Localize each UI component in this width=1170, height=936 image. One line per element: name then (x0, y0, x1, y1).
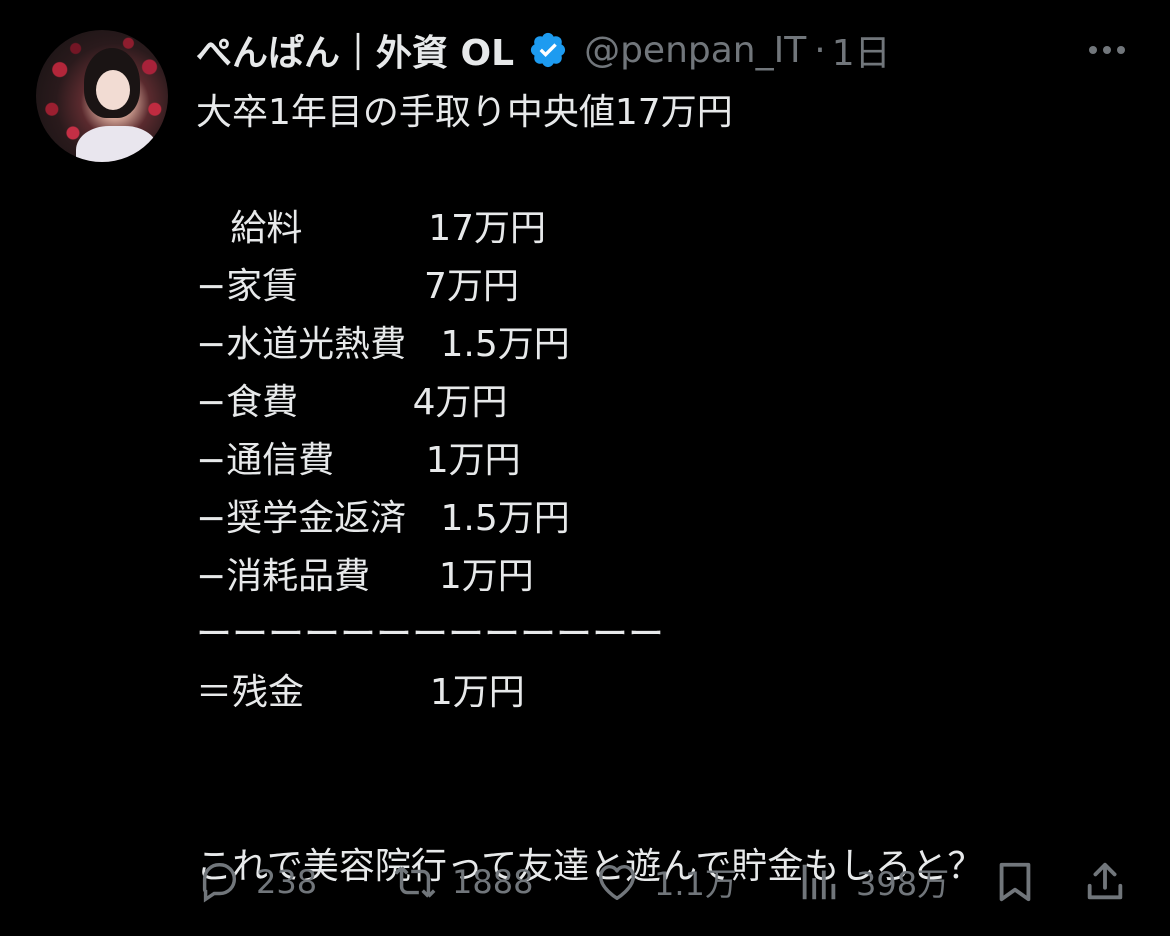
tweet-line: −消耗品費 1万円 (196, 556, 534, 597)
handle[interactable]: @penpan_IT (584, 30, 806, 71)
like-button[interactable]: 1.1万 (594, 852, 737, 912)
avatar-dress (76, 126, 158, 162)
tweet-line: −奨学金返済 1.5万円 (196, 498, 570, 539)
timestamp[interactable]: 1日 (832, 24, 891, 76)
action-bar: 238 1888 1.1万 398万 (196, 852, 1136, 912)
avatar[interactable] (36, 30, 168, 162)
tweet-text: 大卒1年目の手取り中央値17万円 給料 17万円 −家賃 7万円 −水道光熱費 … (196, 84, 1136, 896)
bookmark-button[interactable] (992, 852, 1038, 912)
reply-icon (202, 863, 237, 903)
like-count: 1.1万 (654, 865, 737, 903)
tweet-line: 大卒1年目の手取り中央値17万円 (196, 92, 733, 133)
tweet-line: −家賃 7万円 (196, 266, 519, 307)
more-options-icon[interactable] (1084, 30, 1130, 70)
share-icon (1087, 862, 1123, 900)
views-button[interactable]: 398万 (796, 852, 949, 912)
reply-button[interactable]: 238 (196, 852, 317, 912)
verified-badge-icon[interactable] (528, 30, 568, 70)
tweet-line: ＝残金 1万円 (196, 672, 525, 713)
reply-count: 238 (256, 863, 318, 901)
tweet-line: −通信費 1万円 (196, 440, 521, 481)
bookmark-icon (999, 862, 1031, 902)
retweet-count: 1888 (452, 863, 534, 901)
tweet-line: ーーーーーーーーーーーーー (196, 614, 665, 655)
display-name[interactable]: ぺんぱん｜外資 OL (196, 24, 514, 76)
views-count: 398万 (856, 865, 950, 903)
retweet-icon (394, 866, 436, 898)
views-chart-icon (802, 864, 836, 900)
tweet-header: ぺんぱん｜外資 OL @penpan_IT · 1日 (196, 24, 891, 76)
share-button[interactable] (1082, 852, 1128, 912)
heart-icon (598, 864, 636, 901)
retweet-button[interactable]: 1888 (392, 852, 533, 912)
tweet-line: 給料 17万円 (196, 208, 547, 249)
avatar-face (96, 70, 130, 110)
separator-dot: · (814, 29, 826, 71)
tweet-line: −水道光熱費 1.5万円 (196, 324, 570, 365)
tweet-line: −食費 4万円 (196, 382, 508, 423)
